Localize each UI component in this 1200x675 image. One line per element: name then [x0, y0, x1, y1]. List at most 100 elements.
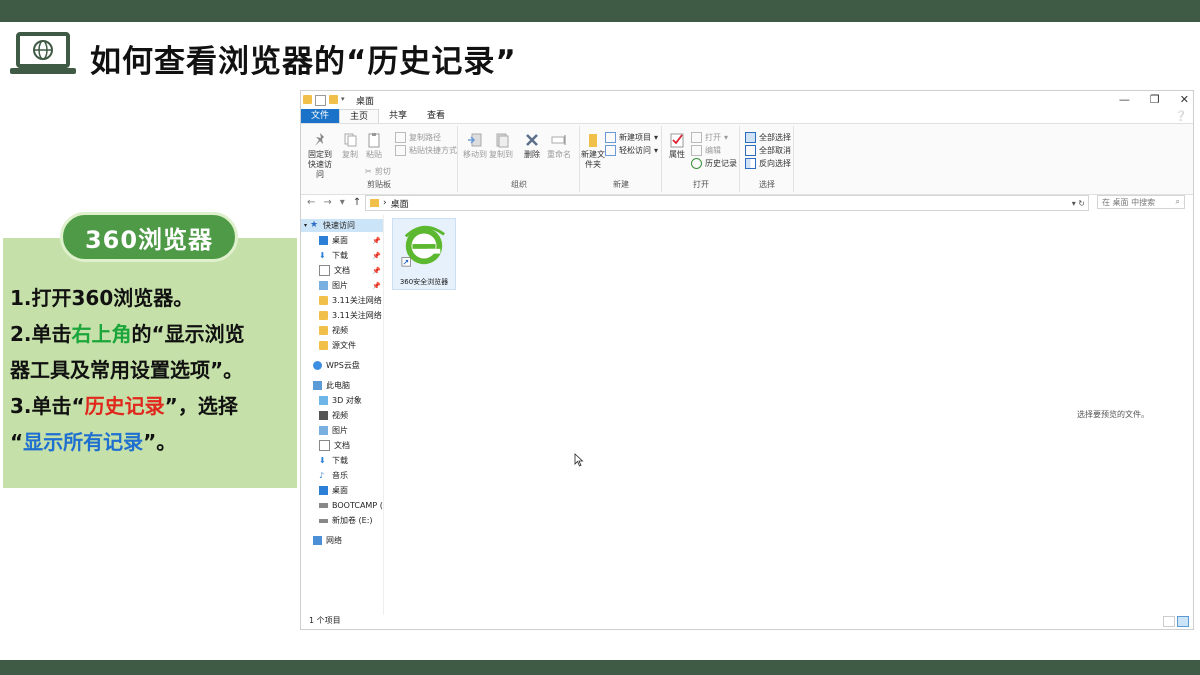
- step-2-prefix: 2.单击: [10, 322, 72, 346]
- open-button[interactable]: 打开 ▾: [691, 132, 728, 143]
- tab-home[interactable]: 主页: [339, 109, 380, 123]
- document-icon: [319, 265, 330, 276]
- large-icons-view-button[interactable]: [1177, 616, 1189, 627]
- tab-file[interactable]: 文件: [301, 109, 340, 123]
- file-view: 360安全浏览器 选择要预览的文件。: [387, 215, 1187, 615]
- details-view-button[interactable]: [1163, 616, 1175, 627]
- refresh-icon[interactable]: ▾ ↻: [1072, 199, 1085, 208]
- tree-bootcamp-drive[interactable]: BOOTCAMP (: [301, 499, 383, 512]
- properties-icon[interactable]: [315, 94, 326, 106]
- tree-label: 下载: [332, 251, 348, 260]
- tree-label: 图片: [332, 281, 348, 290]
- copy-path-button[interactable]: 复制路径: [395, 132, 441, 143]
- tree-source-files[interactable]: 源文件: [301, 339, 383, 352]
- select-none-icon: [745, 145, 756, 156]
- file-explorer-window: ▾ 桌面 — ❐ ✕ 文件 主页 共享 查看 ❔ 固定到快速访问 复制 粘贴 复…: [300, 90, 1194, 630]
- tree-documents[interactable]: 文档 📌: [301, 264, 383, 277]
- tree-folder-2[interactable]: 3.11关注网络: [301, 309, 383, 322]
- tab-view[interactable]: 查看: [417, 109, 455, 123]
- rename-label: 重命名: [547, 150, 571, 159]
- star-icon: ★: [310, 220, 319, 230]
- edit-icon: [691, 145, 702, 156]
- forward-arrow-icon[interactable]: →: [323, 197, 331, 208]
- tab-share[interactable]: 共享: [379, 109, 417, 123]
- back-arrow-icon[interactable]: ←: [307, 197, 315, 208]
- mouse-cursor-icon: [574, 453, 584, 467]
- step-3: 3.单击“历史记录”，选择: [10, 388, 295, 424]
- edit-button[interactable]: 编辑: [691, 145, 721, 156]
- new-folder-button[interactable]: 新建文件夹: [581, 132, 605, 170]
- tree-pc-videos[interactable]: 视频: [301, 409, 383, 422]
- cube-icon: [319, 396, 328, 405]
- tree-pc-downloads[interactable]: ⬇ 下载: [301, 454, 383, 467]
- navigation-pane: ▾ ★ 快速访问 桌面 📌 ⬇ 下载 📌 文档 📌 图片 📌 3.11关注网络 3.11关注网…: [301, 215, 384, 615]
- tree-downloads[interactable]: ⬇ 下载 📌: [301, 249, 383, 262]
- tree-this-pc[interactable]: 此电脑: [301, 379, 383, 392]
- breadcrumb-desktop[interactable]: 桌面: [391, 197, 409, 210]
- network-icon: [313, 536, 322, 545]
- open-label: 打开: [705, 133, 721, 142]
- paste-shortcut-button[interactable]: 粘贴快捷方式: [395, 145, 457, 156]
- file-item-360-browser[interactable]: 360安全浏览器: [392, 218, 456, 290]
- file-name: 360安全浏览器: [399, 278, 449, 286]
- copy-button[interactable]: 复制: [339, 132, 361, 160]
- rename-button[interactable]: 重命名: [545, 132, 573, 160]
- new-folder-icon: [589, 134, 597, 147]
- dropdown-icon[interactable]: ▾: [341, 95, 350, 104]
- open-group: 属性 打开 ▾ 编辑 历史记录 打开: [663, 126, 740, 192]
- laptop-globe-icon: [10, 32, 76, 74]
- tree-desktop[interactable]: 桌面 📌: [301, 234, 383, 247]
- tree-label: 桌面: [332, 486, 348, 495]
- up-arrow-icon[interactable]: ↑: [353, 197, 361, 208]
- tree-pc-pictures[interactable]: 图片: [301, 424, 383, 437]
- tree-label: 文档: [334, 266, 350, 275]
- maximize-button[interactable]: ❐: [1150, 93, 1160, 106]
- new-item-button[interactable]: 新建项目 ▾: [605, 132, 658, 143]
- tree-label: WPS云盘: [326, 361, 360, 370]
- history-button[interactable]: 历史记录: [691, 158, 737, 169]
- pin-quick-access-button[interactable]: 固定到快速访问: [303, 132, 337, 180]
- tree-network[interactable]: 网络: [301, 534, 383, 547]
- tree-label: 网络: [326, 536, 342, 545]
- delete-button[interactable]: 删除: [521, 132, 543, 160]
- easy-access-button[interactable]: 轻松访问 ▾: [605, 145, 658, 156]
- copy-to-button[interactable]: 复制到: [489, 132, 513, 160]
- tree-videos[interactable]: 视频: [301, 324, 383, 337]
- cut-button[interactable]: ✂ 剪切: [365, 166, 391, 177]
- select-all-button[interactable]: 全部选择: [745, 132, 791, 143]
- search-input[interactable]: 在 桌面 中搜索 ⌕: [1097, 195, 1185, 209]
- tree-quick-access[interactable]: ▾ ★ 快速访问: [301, 219, 383, 232]
- minimize-button[interactable]: —: [1119, 93, 1130, 106]
- new-folder-label: 新建文件夹: [581, 150, 605, 169]
- tree-pictures[interactable]: 图片 📌: [301, 279, 383, 292]
- properties-button[interactable]: 属性: [665, 132, 689, 160]
- clipboard-group: 固定到快速访问 复制 粘贴 复制路径 粘贴快捷方式 ✂ 剪切 剪贴板: [301, 126, 458, 192]
- computer-icon: [313, 381, 322, 390]
- recent-dropdown-icon[interactable]: ▾: [340, 197, 345, 208]
- search-placeholder: 在 桌面 中搜索: [1102, 197, 1156, 207]
- step-3-line2-highlight: 显示所有记录: [23, 430, 144, 454]
- new-folder-icon[interactable]: [329, 94, 338, 104]
- tree-pc-documents[interactable]: 文档: [301, 439, 383, 452]
- select-none-button[interactable]: 全部取消: [745, 145, 791, 156]
- close-button[interactable]: ✕: [1180, 93, 1189, 106]
- help-icon[interactable]: ❔: [1175, 111, 1187, 122]
- dropdown-arrow-icon: ▾: [654, 133, 659, 142]
- desktop-icon: [319, 236, 328, 245]
- tree-wps-cloud[interactable]: WPS云盘: [301, 359, 383, 372]
- invert-selection-button[interactable]: 反向选择: [745, 158, 791, 169]
- address-bar[interactable]: › 桌面 ▾ ↻: [365, 195, 1089, 211]
- tree-pc-desktop[interactable]: 桌面: [301, 484, 383, 497]
- paste-button[interactable]: 粘贴: [363, 132, 385, 160]
- new-group-label: 新建: [613, 180, 629, 189]
- new-item-icon: [605, 132, 616, 143]
- dropdown-arrow-icon: ▾: [724, 133, 729, 142]
- step-2-line2: 器工具及常用设置选项”。: [10, 358, 244, 382]
- tree-folder-1[interactable]: 3.11关注网络: [301, 294, 383, 307]
- tree-3d-objects[interactable]: 3D 对象: [301, 394, 383, 407]
- tree-music[interactable]: ♪ 音乐: [301, 469, 383, 482]
- move-to-button[interactable]: 移动到: [463, 132, 487, 160]
- tree-new-volume[interactable]: 新加卷 (E:): [301, 514, 383, 527]
- clipboard-group-label: 剪贴板: [367, 180, 391, 189]
- open-icon: [691, 132, 702, 143]
